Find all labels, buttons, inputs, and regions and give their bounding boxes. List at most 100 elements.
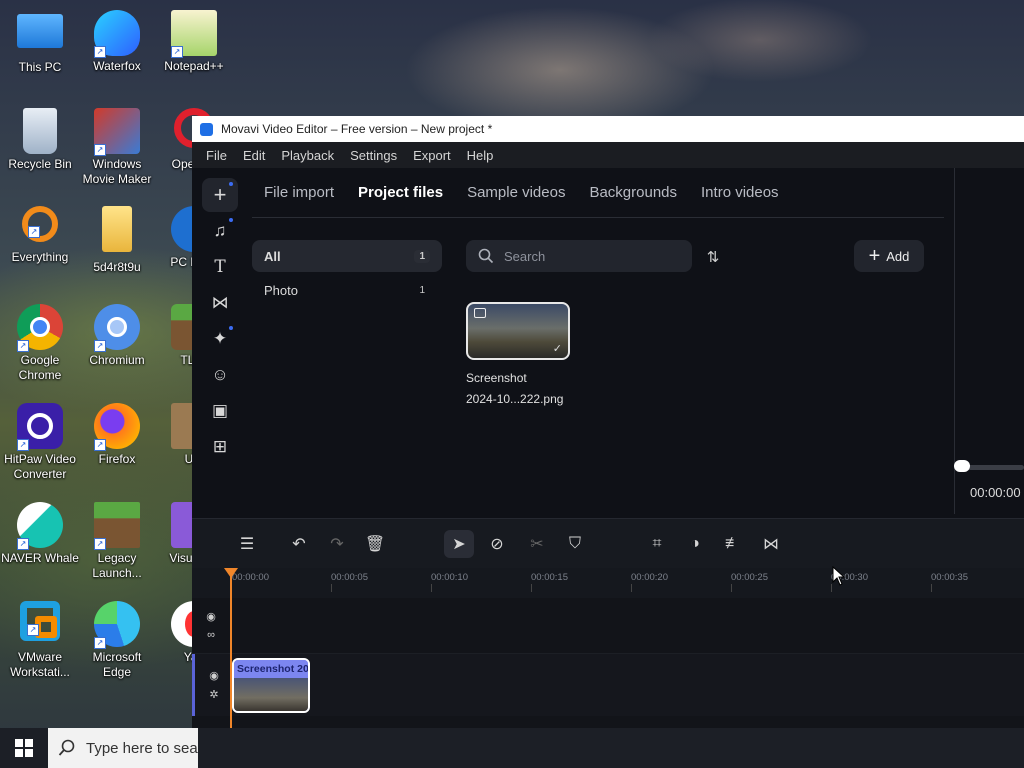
- filters-magic-icon[interactable]: ✦: [202, 322, 238, 356]
- desktop-icon-this-pc[interactable]: This PC: [0, 10, 80, 75]
- scrubber-handle[interactable]: [954, 460, 970, 472]
- ruler-line: [631, 584, 632, 592]
- ruler-line: [531, 584, 532, 592]
- color-adjust-icon[interactable]: ◑: [680, 530, 710, 558]
- ruler-tick: 00:00:20: [631, 572, 668, 583]
- marker-shield-icon[interactable]: ⛉: [560, 530, 590, 558]
- undo-icon[interactable]: ↶: [284, 530, 314, 558]
- titles-icon[interactable]: T: [202, 250, 238, 284]
- checkmark-icon: ✓: [552, 343, 562, 355]
- eye-icon[interactable]: ◉: [206, 610, 216, 623]
- taskbar-search-input[interactable]: Type here to search: [48, 728, 198, 768]
- clip-properties-icon[interactable]: ≢: [718, 530, 748, 558]
- desktop-icon-label: This PC: [18, 60, 62, 74]
- naver-whale-icon: ↗: [17, 502, 63, 550]
- redo-icon[interactable]: ↷: [322, 530, 352, 558]
- tab-backgrounds[interactable]: Backgrounds: [589, 184, 677, 201]
- stickers-smiley-icon[interactable]: ☺: [202, 358, 238, 392]
- eye-icon[interactable]: ◉: [209, 669, 219, 682]
- desktop-icon-notepad-plus-plus[interactable]: ↗ Notepad++: [154, 10, 234, 74]
- ruler-line: [931, 584, 932, 592]
- menu-help[interactable]: Help: [467, 148, 494, 163]
- tab-file-import[interactable]: File import: [264, 184, 334, 201]
- add-button[interactable]: + Add: [854, 240, 924, 272]
- category-count: 1: [419, 284, 425, 296]
- ruler-tick: 00:00:35: [931, 572, 968, 583]
- ripple-edit-icon[interactable]: ⊘: [482, 530, 512, 558]
- transitions-icon[interactable]: ⋈: [202, 286, 238, 320]
- start-button[interactable]: [0, 728, 48, 768]
- transition-wizard-icon[interactable]: ⋈: [756, 530, 786, 558]
- import-tabs: File import Project files Sample videos …: [252, 168, 944, 218]
- link-icon[interactable]: ∞: [207, 629, 215, 641]
- category-photo[interactable]: Photo 1: [252, 274, 442, 306]
- menu-playback[interactable]: Playback: [281, 148, 334, 163]
- sort-icon[interactable]: ⇅: [700, 244, 726, 270]
- hitpaw-icon: ↗: [17, 403, 63, 451]
- search-everything-icon: ↗: [22, 206, 58, 242]
- timeline-clip[interactable]: Screenshot 2024-10: [232, 658, 310, 713]
- image-type-icon: [474, 308, 486, 318]
- category-list: All 1 Photo 1: [252, 240, 442, 308]
- desktop-icon-waterfox[interactable]: ↗ Waterfox: [77, 10, 157, 74]
- mute-icon[interactable]: ✲: [209, 688, 218, 701]
- desktop-icon-label: Legacy Launch...: [92, 551, 142, 580]
- firefox-icon: ↗: [94, 403, 140, 451]
- desktop-icon-folder[interactable]: 5d4r8t9u: [77, 206, 157, 275]
- timeline-toolbar: ☰ ↶ ↷ 🗑 ➤ ⊘ ✂ ⛉ ⌗ ◑ ≢ ⋈: [192, 518, 1024, 568]
- waterfox-icon: ↗: [94, 10, 140, 58]
- tab-project-files[interactable]: Project files: [358, 184, 443, 201]
- media-thumbnail[interactable]: ✓: [466, 302, 570, 360]
- menu-settings[interactable]: Settings: [350, 148, 397, 163]
- select-cursor-icon[interactable]: ➤: [444, 530, 474, 558]
- windows-logo-icon: [15, 739, 33, 757]
- desktop-icon-legacy-launcher[interactable]: ↗ Legacy Launch...: [77, 502, 157, 581]
- taskbar: Type here to search: [0, 728, 1024, 768]
- taskbar-search-placeholder: Type here to search: [86, 739, 198, 757]
- track-row-overlay[interactable]: ◉ ∞: [192, 598, 1024, 654]
- add-label: Add: [886, 248, 910, 264]
- tab-sample-videos[interactable]: Sample videos: [467, 184, 565, 201]
- desktop-icon-naver-whale[interactable]: ↗ NAVER Whale: [0, 502, 80, 566]
- playhead-handle[interactable]: [224, 568, 238, 578]
- ruler-line: [331, 584, 332, 592]
- desktop-icon-label: 5d4r8t9u: [93, 260, 141, 274]
- crop-icon[interactable]: ⌗: [642, 530, 672, 558]
- menu-edit[interactable]: Edit: [243, 148, 265, 163]
- delete-trash-icon[interactable]: 🗑: [360, 530, 390, 558]
- desktop-icon-chromium[interactable]: ↗ Chromium: [77, 304, 157, 368]
- split-scissors-icon[interactable]: ✂: [522, 530, 552, 558]
- media-search-input[interactable]: Search: [466, 240, 692, 272]
- mouse-cursor-icon: [832, 566, 846, 586]
- desktop-icon-label: Chromium: [89, 353, 145, 367]
- plus-icon: +: [868, 245, 881, 267]
- movavi-logo-icon: [200, 122, 213, 136]
- ruler-line: [731, 584, 732, 592]
- ruler-tick: 00:00:05: [331, 572, 368, 583]
- category-all[interactable]: All 1: [252, 240, 442, 272]
- music-icon[interactable]: ♫: [202, 214, 238, 248]
- desktop-icon-firefox[interactable]: ↗ Firefox: [77, 403, 157, 467]
- track-row-video[interactable]: ◉ ✲: [192, 654, 1024, 716]
- desktop-icon-everything[interactable]: ↗ Everything: [0, 206, 80, 265]
- desktop-icon-movie-maker[interactable]: ↗ Windows Movie Maker: [77, 108, 157, 187]
- more-tools-grid-icon[interactable]: ⊞: [202, 430, 238, 464]
- desktop-icon-label: Everything: [11, 250, 69, 264]
- desktop-icon-edge[interactable]: ↗ Microsoft Edge: [77, 601, 157, 680]
- menu-file[interactable]: File: [206, 148, 227, 163]
- desktop-icon-recycle-bin[interactable]: Recycle Bin: [0, 108, 80, 172]
- window-titlebar[interactable]: Movavi Video Editor – Free version – New…: [192, 116, 1024, 142]
- media-name-line1: Screenshot: [466, 371, 527, 385]
- tab-intro-videos[interactable]: Intro videos: [701, 184, 779, 201]
- desktop-icon-hitpaw[interactable]: ↗ HitPaw Video Converter: [0, 403, 80, 482]
- side-toolbar: + ♫ T ⋈ ✦ ☺ ▣ ⊞: [192, 168, 248, 518]
- desktop-icon-google-chrome[interactable]: ↗ Google Chrome: [0, 304, 80, 383]
- add-track-icon[interactable]: ☰: [232, 530, 262, 558]
- import-plus-icon[interactable]: +: [202, 178, 238, 212]
- timeline-ruler[interactable]: 00:00:00 00:00:05 00:00:10 00:00:15 00:0…: [192, 568, 1024, 598]
- desktop-icon-vmware[interactable]: ↗ VMware Workstati...: [0, 601, 80, 680]
- menu-export[interactable]: Export: [413, 148, 451, 163]
- media-item[interactable]: ✓ Screenshot 2024-10...222.png: [466, 302, 586, 410]
- notepad-plus-plus-icon: ↗: [171, 10, 217, 58]
- store-bag-icon[interactable]: ▣: [202, 394, 238, 428]
